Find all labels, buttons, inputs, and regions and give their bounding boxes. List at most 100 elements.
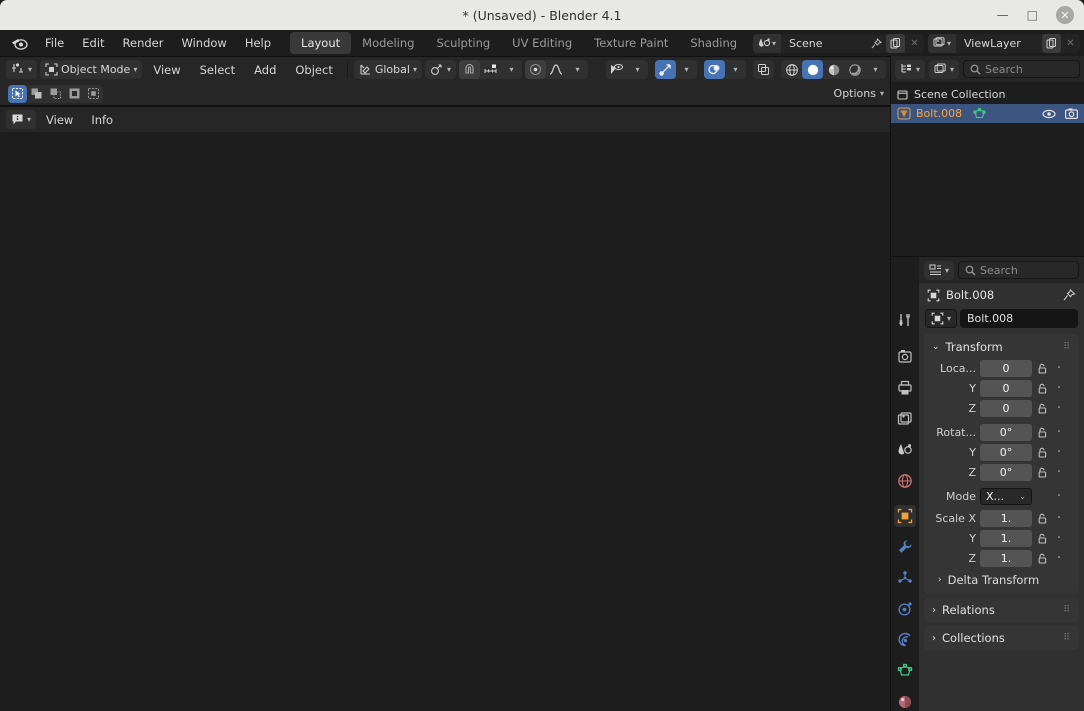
location-y-input[interactable]: 0: [980, 379, 1032, 397]
menu-render[interactable]: Render: [114, 33, 173, 53]
viewport-menu-select[interactable]: Select: [192, 60, 243, 80]
material-preview-icon[interactable]: [823, 60, 844, 79]
tab-render[interactable]: [894, 346, 916, 368]
new-scene-icon[interactable]: [886, 33, 905, 53]
tab-particles[interactable]: [894, 567, 916, 589]
tab-output[interactable]: [894, 377, 916, 399]
camera-icon[interactable]: [1065, 108, 1078, 119]
outliner-editor-type-selector[interactable]: ▾: [895, 59, 926, 79]
solid-shading-icon[interactable]: [802, 60, 823, 79]
viewlayer-selector[interactable]: ▾ ViewLayer ✕: [928, 33, 1080, 53]
tab-object-data[interactable]: [894, 660, 916, 682]
proportional-edit-icon[interactable]: [524, 60, 546, 79]
tab-layout[interactable]: Layout: [290, 32, 352, 54]
delta-transform-subpanel[interactable]: › Delta Transform: [924, 569, 1079, 587]
lock-icon[interactable]: [1036, 553, 1049, 564]
show-gizmo-icon[interactable]: [655, 60, 676, 79]
scale-x-input[interactable]: 1.: [980, 509, 1032, 527]
transform-orientation-selector[interactable]: Global ▾: [353, 60, 422, 79]
info-editor-type-selector[interactable]: ▾: [6, 110, 37, 129]
snap-increment-icon[interactable]: [480, 60, 501, 79]
lock-icon[interactable]: [1036, 363, 1049, 374]
info-menu-info[interactable]: Info: [83, 110, 121, 130]
options-button[interactable]: Options ▾: [834, 87, 884, 100]
tab-texture-paint[interactable]: Texture Paint: [583, 32, 679, 54]
pin-id-icon[interactable]: [1063, 288, 1076, 302]
lock-icon[interactable]: [1036, 467, 1049, 478]
lock-icon[interactable]: [1036, 533, 1049, 544]
tab-shading[interactable]: Shading: [679, 32, 748, 54]
lock-icon[interactable]: [1036, 383, 1049, 394]
drag-handle-dots[interactable]: ⠿: [1063, 343, 1071, 352]
scene-name[interactable]: Scene: [781, 37, 867, 50]
new-viewlayer-icon[interactable]: [1042, 33, 1061, 53]
tab-sculpting[interactable]: Sculpting: [425, 32, 501, 54]
object-id-type-icon[interactable]: ▾: [925, 309, 958, 328]
tab-physics[interactable]: [894, 598, 916, 620]
falloff-curve-icon[interactable]: [546, 60, 567, 79]
tab-material[interactable]: [894, 691, 916, 711]
pin-scene-icon[interactable]: [867, 34, 886, 53]
scale-y-input[interactable]: 1.: [980, 529, 1032, 547]
outliner-search-input[interactable]: Search: [963, 60, 1080, 78]
wireframe-shading-icon[interactable]: [781, 60, 802, 79]
mesh-data-icon[interactable]: [973, 107, 986, 120]
tab-uv-editing[interactable]: UV Editing: [501, 32, 583, 54]
viewport-menu-object[interactable]: Object: [287, 60, 340, 80]
viewport-menu-add[interactable]: Add: [246, 60, 284, 80]
select-subtract-icon[interactable]: [46, 85, 65, 103]
viewlayer-icon[interactable]: ▾: [928, 33, 956, 53]
menu-file[interactable]: File: [36, 33, 73, 53]
editor-type-selector[interactable]: ▾: [6, 60, 38, 79]
collections-panel[interactable]: › Collections ⠿: [924, 626, 1079, 650]
tab-modifiers[interactable]: [894, 536, 916, 558]
outliner-display-mode-selector[interactable]: ▾: [929, 59, 960, 79]
outliner-object-row[interactable]: Bolt.008: [891, 104, 1084, 123]
object-visibility-icon[interactable]: [606, 60, 627, 79]
object-name-input[interactable]: Bolt.008: [960, 309, 1078, 328]
scene-selector[interactable]: ▾ Scene ✕: [753, 33, 924, 53]
relations-panel[interactable]: › Relations ⠿: [924, 598, 1079, 622]
select-invert-icon[interactable]: [65, 85, 84, 103]
snap-pivot-selector[interactable]: ▾: [424, 60, 456, 79]
drag-handle-dots[interactable]: ⠿: [1063, 634, 1071, 643]
unlink-scene-icon[interactable]: ✕: [905, 34, 924, 53]
blender-logo-icon[interactable]: [8, 34, 30, 52]
tab-view-layer[interactable]: [894, 408, 916, 430]
overlays-caret[interactable]: ▾: [725, 60, 746, 79]
show-overlays-icon[interactable]: [704, 60, 725, 79]
menu-window[interactable]: Window: [172, 33, 235, 53]
remove-viewlayer-icon[interactable]: ✕: [1061, 34, 1080, 53]
rotation-x-input[interactable]: 0°: [980, 423, 1032, 441]
viewport-menu-view[interactable]: View: [145, 60, 188, 80]
tab-world[interactable]: [894, 470, 916, 492]
tab-scene[interactable]: [894, 439, 916, 461]
info-menu-view[interactable]: View: [38, 110, 81, 130]
gizmo-caret[interactable]: ▾: [676, 60, 697, 79]
scale-z-input[interactable]: 1.: [980, 549, 1032, 567]
rotation-y-input[interactable]: 0°: [980, 443, 1032, 461]
tab-object[interactable]: [894, 505, 916, 527]
toggle-xray-icon[interactable]: [753, 60, 774, 79]
tab-constraints[interactable]: [894, 629, 916, 651]
visibility-caret[interactable]: ▾: [627, 60, 648, 79]
shading-caret[interactable]: ▾: [865, 60, 886, 79]
select-intersect-icon[interactable]: [84, 85, 103, 103]
properties-search-input[interactable]: Search: [958, 261, 1079, 279]
snap-magnet-icon[interactable]: [458, 60, 480, 79]
lock-icon[interactable]: [1036, 403, 1049, 414]
close-button[interactable]: ✕: [1056, 6, 1074, 24]
lock-icon[interactable]: [1036, 513, 1049, 524]
rotation-z-input[interactable]: 0°: [980, 463, 1032, 481]
viewlayer-name[interactable]: ViewLayer: [956, 37, 1042, 50]
lock-icon[interactable]: [1036, 447, 1049, 458]
lock-icon[interactable]: [1036, 427, 1049, 438]
rotation-mode-dropdown[interactable]: X... ⌄: [980, 487, 1032, 505]
tab-tool[interactable]: [894, 309, 916, 331]
select-extend-icon[interactable]: [27, 85, 46, 103]
menu-help[interactable]: Help: [236, 33, 280, 53]
outliner-scene-collection-row[interactable]: Scene Collection: [891, 85, 1084, 104]
minimize-button[interactable]: —: [997, 9, 1009, 21]
menu-edit[interactable]: Edit: [73, 33, 113, 53]
tab-modeling[interactable]: Modeling: [351, 32, 425, 54]
